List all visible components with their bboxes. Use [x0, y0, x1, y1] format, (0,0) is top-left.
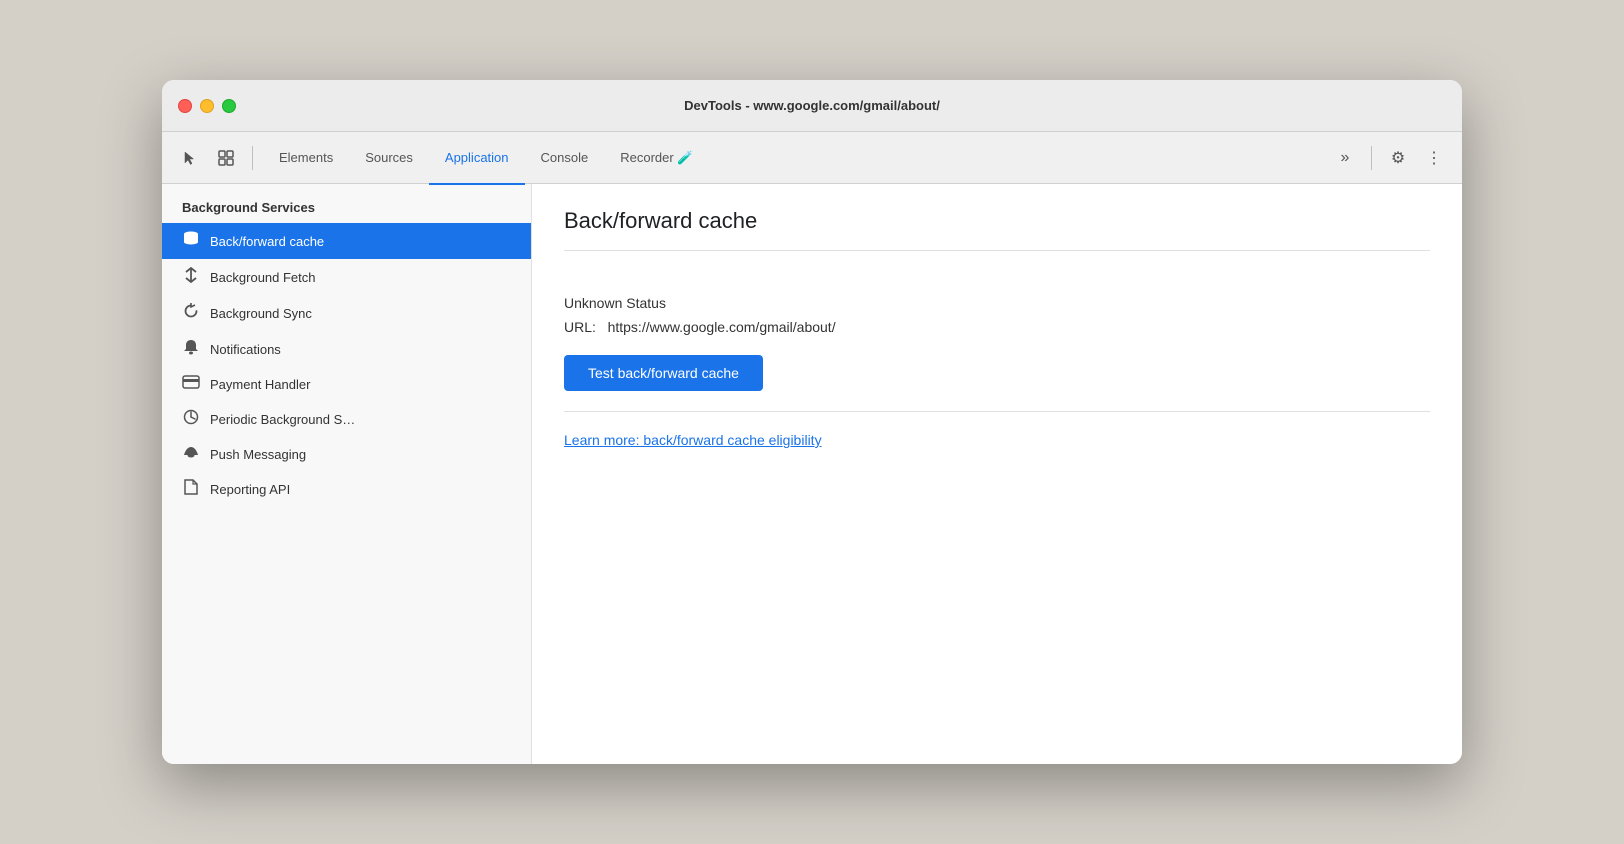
more-options-icon[interactable]: ⋮ [1418, 142, 1450, 174]
learn-more-link[interactable]: Learn more: back/forward cache eligibili… [564, 432, 822, 448]
content-panel: Back/forward cache Unknown Status URL: h… [532, 184, 1462, 764]
push-icon [182, 445, 200, 463]
sidebar-item-bfc[interactable]: Back/forward cache [162, 223, 531, 259]
periodicbg-icon [182, 409, 200, 429]
traffic-lights [178, 99, 236, 113]
sidebar-item-label-bgsync: Background Sync [210, 306, 312, 321]
sidebar-item-label-push: Push Messaging [210, 447, 306, 462]
inspect-icon[interactable] [210, 142, 242, 174]
tab-sources[interactable]: Sources [349, 133, 429, 185]
payment-icon [182, 375, 200, 393]
toolbar-tabs: Elements Sources Application Console Rec… [263, 132, 1325, 184]
more-tabs-icon[interactable]: » [1329, 142, 1361, 174]
sidebar-item-label-notifications: Notifications [210, 342, 281, 357]
main-layout: Background Services Back/forward cache [162, 184, 1462, 764]
sidebar-item-label-reporting: Reporting API [210, 482, 290, 497]
tab-recorder[interactable]: Recorder 🧪 [604, 133, 709, 185]
bgsync-icon [182, 303, 200, 323]
sidebar-item-periodicbg[interactable]: Periodic Background S… [162, 401, 531, 437]
sidebar-item-reporting[interactable]: Reporting API [162, 471, 531, 507]
sidebar-section-header: Background Services [162, 184, 531, 223]
content-title: Back/forward cache [564, 208, 1430, 251]
window-title: DevTools - www.google.com/gmail/about/ [684, 98, 940, 113]
toolbar-divider [252, 146, 253, 170]
bfc-icon [182, 231, 200, 251]
tab-elements[interactable]: Elements [263, 133, 349, 185]
devtools-window: DevTools - www.google.com/gmail/about/ E… [162, 80, 1462, 764]
cursor-icon[interactable] [174, 142, 206, 174]
sidebar-item-label-bgfetch: Background Fetch [210, 270, 316, 285]
status-text: Unknown Status [564, 295, 1430, 311]
url-row: URL: https://www.google.com/gmail/about/ [564, 319, 1430, 335]
tab-application[interactable]: Application [429, 133, 525, 185]
sidebar: Background Services Back/forward cache [162, 184, 532, 764]
toolbar: Elements Sources Application Console Rec… [162, 132, 1462, 184]
sidebar-item-label-periodicbg: Periodic Background S… [210, 412, 355, 427]
notifications-icon [182, 339, 200, 359]
sidebar-item-notifications[interactable]: Notifications [162, 331, 531, 367]
maximize-button[interactable] [222, 99, 236, 113]
sidebar-item-bgsync[interactable]: Background Sync [162, 295, 531, 331]
test-cache-button[interactable]: Test back/forward cache [564, 355, 763, 391]
settings-icon[interactable]: ⚙ [1382, 142, 1414, 174]
url-value: https://www.google.com/gmail/about/ [608, 319, 836, 335]
sidebar-item-label-bfc: Back/forward cache [210, 234, 324, 249]
toolbar-right-divider [1371, 146, 1372, 170]
sidebar-item-bgfetch[interactable]: Background Fetch [162, 259, 531, 295]
titlebar: DevTools - www.google.com/gmail/about/ [162, 80, 1462, 132]
sidebar-item-push[interactable]: Push Messaging [162, 437, 531, 471]
bgfetch-icon [182, 267, 200, 287]
tab-console[interactable]: Console [525, 133, 605, 185]
close-button[interactable] [178, 99, 192, 113]
reporting-icon [182, 479, 200, 499]
status-section: Unknown Status URL: https://www.google.c… [564, 275, 1430, 412]
sidebar-item-payment[interactable]: Payment Handler [162, 367, 531, 401]
sidebar-item-label-payment: Payment Handler [210, 377, 310, 392]
learn-more-section: Learn more: back/forward cache eligibili… [564, 412, 1430, 470]
url-prefix: URL: [564, 319, 596, 335]
minimize-button[interactable] [200, 99, 214, 113]
toolbar-right: » ⚙ ⋮ [1329, 142, 1450, 174]
